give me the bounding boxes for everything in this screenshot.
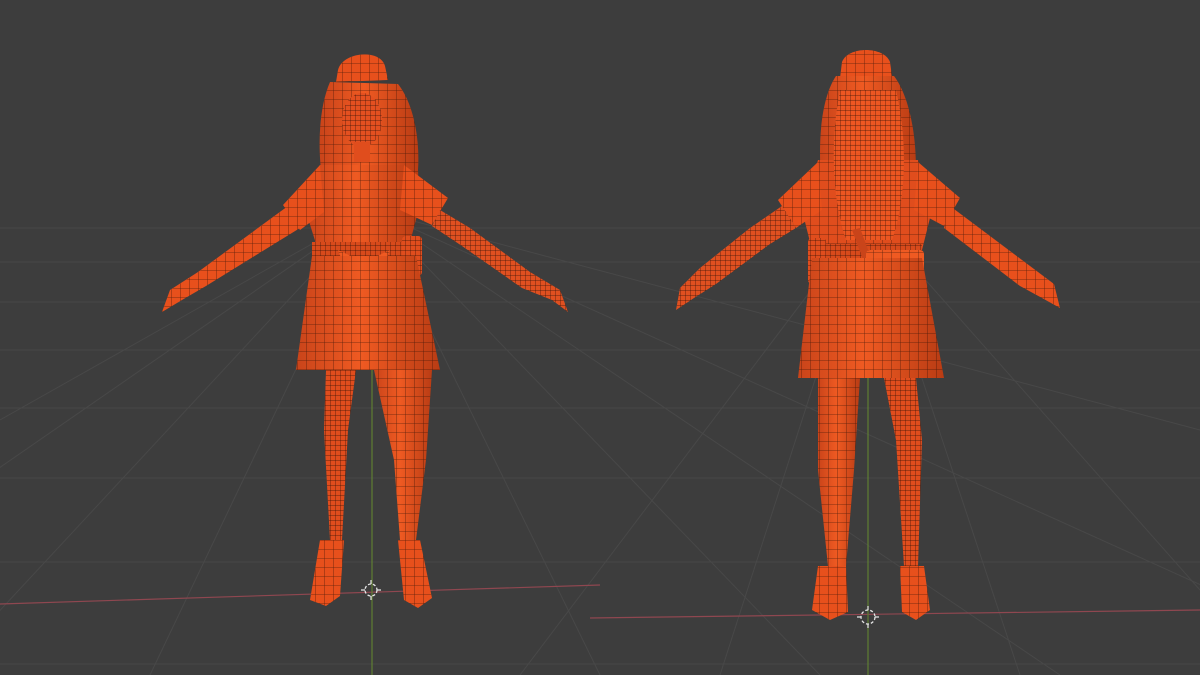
3d-viewport[interactable] (0, 0, 1200, 675)
viewport-background (0, 0, 1200, 675)
viewport-canvas[interactable] (0, 0, 1200, 675)
